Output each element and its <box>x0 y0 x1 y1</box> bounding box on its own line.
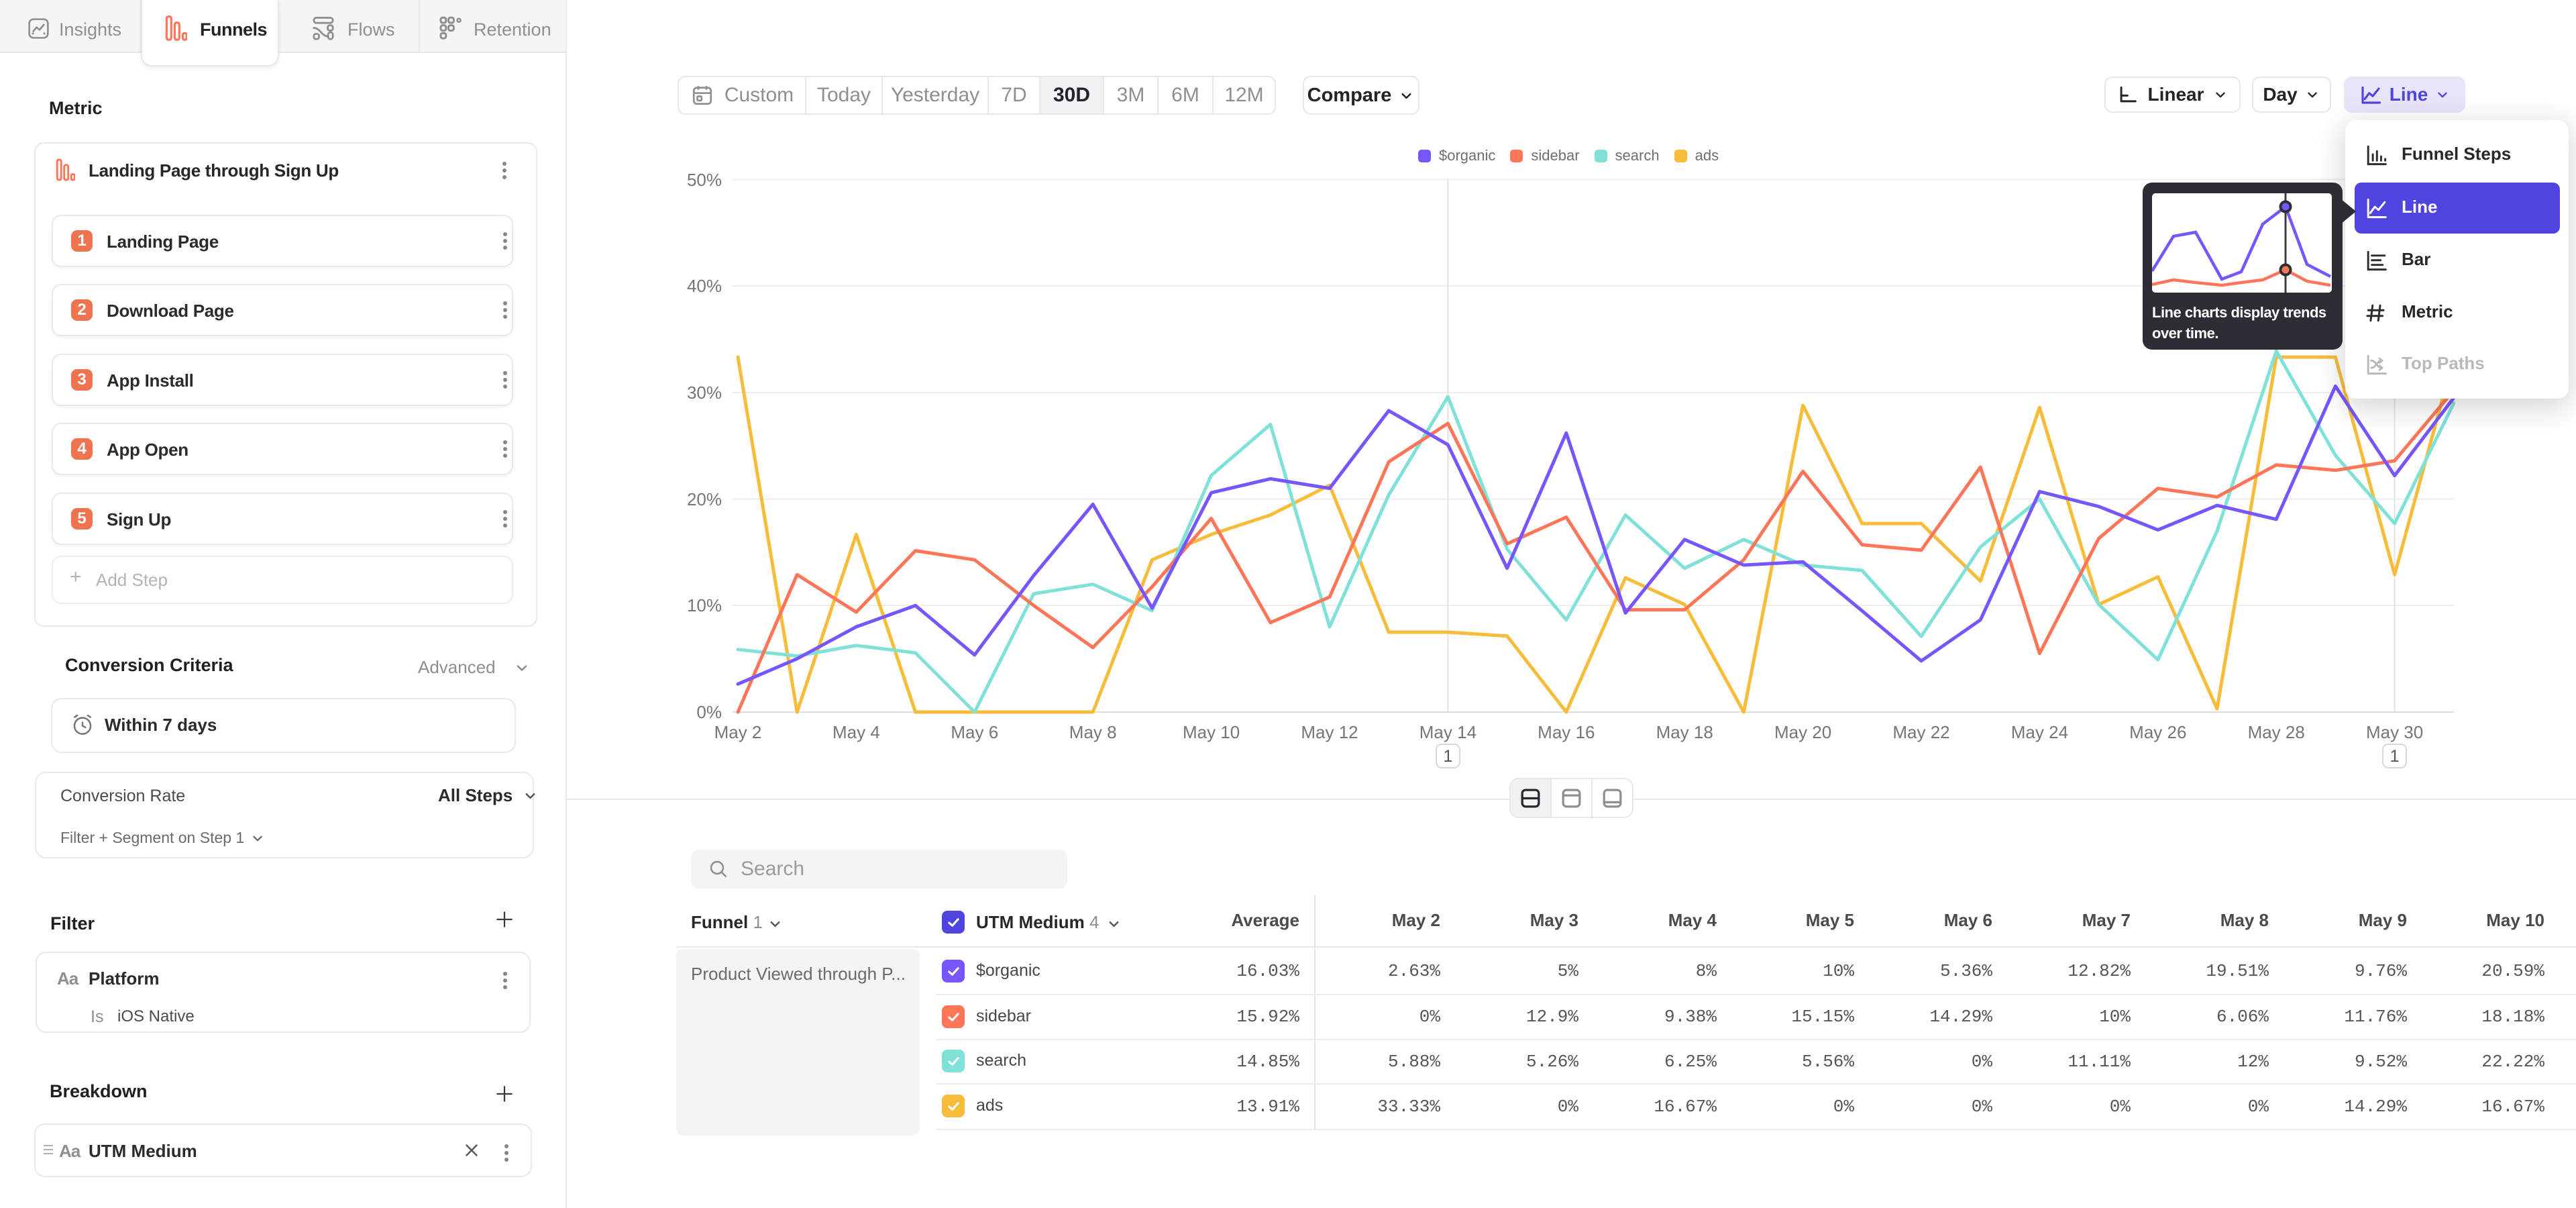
svg-text:50%: 50% <box>687 170 722 190</box>
svg-text:1: 1 <box>1443 747 1452 766</box>
svg-text:May 28: May 28 <box>2248 722 2305 742</box>
svg-text:May 4: May 4 <box>833 722 880 742</box>
svg-text:May 18: May 18 <box>1656 722 1713 742</box>
svg-text:May 10: May 10 <box>1183 722 1240 742</box>
svg-text:10%: 10% <box>687 595 722 615</box>
svg-text:May 22: May 22 <box>1892 722 1949 742</box>
svg-text:May 20: May 20 <box>1774 722 1831 742</box>
svg-text:May 26: May 26 <box>2129 722 2186 742</box>
svg-text:40%: 40% <box>687 276 722 296</box>
svg-text:May 16: May 16 <box>1538 722 1595 742</box>
svg-text:1: 1 <box>2390 747 2400 766</box>
svg-text:May 6: May 6 <box>951 722 998 742</box>
svg-text:20%: 20% <box>687 489 722 509</box>
svg-text:May 14: May 14 <box>1419 722 1477 742</box>
svg-text:May 8: May 8 <box>1069 722 1117 742</box>
svg-text:0%: 0% <box>696 702 722 722</box>
svg-text:May 2: May 2 <box>714 722 762 742</box>
svg-text:30%: 30% <box>687 383 722 403</box>
svg-text:May 30: May 30 <box>2366 722 2423 742</box>
svg-text:May 24: May 24 <box>2011 722 2068 742</box>
svg-text:May 12: May 12 <box>1301 722 1358 742</box>
